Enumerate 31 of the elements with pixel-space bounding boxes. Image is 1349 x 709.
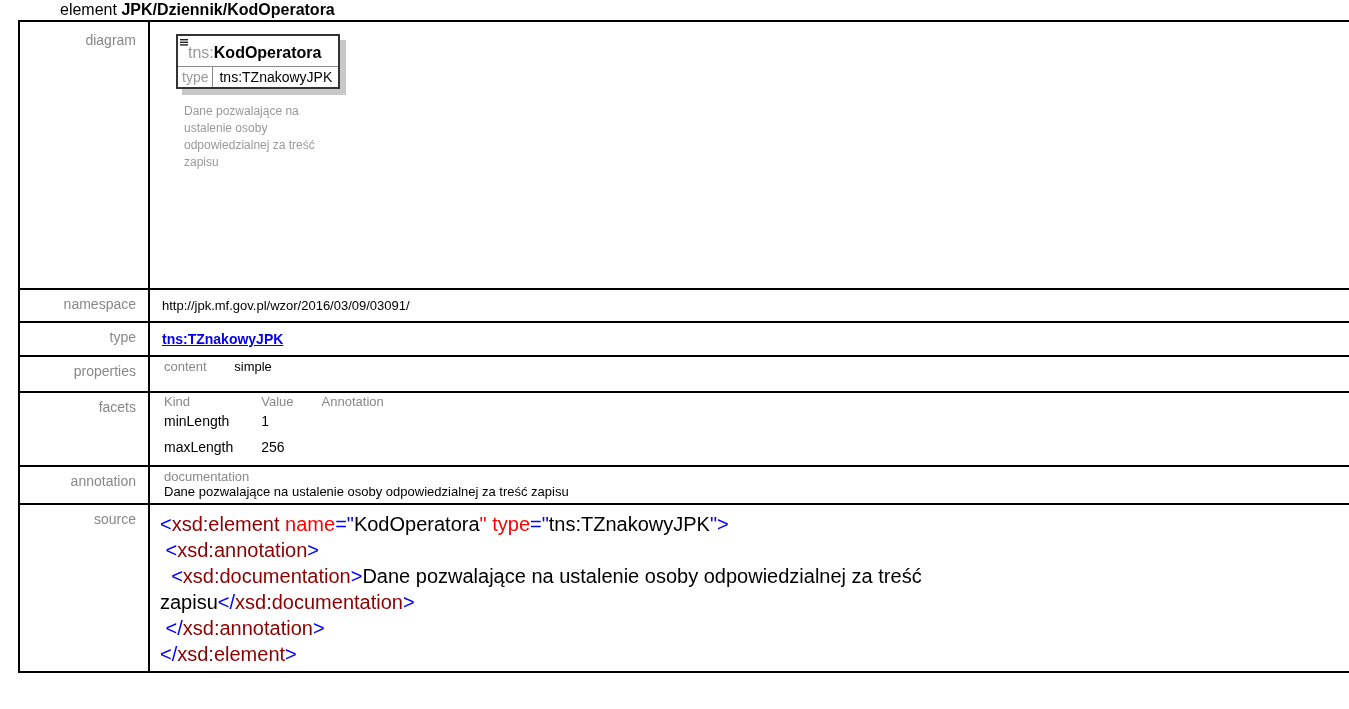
- annotation-text: Dane pozwalające na ustalenie osoby odpowiedzialnej za treść zapisu: [164, 484, 570, 499]
- row-label: facets: [98, 399, 136, 415]
- property-value: simple: [234, 359, 272, 374]
- code-line: <xsd:documentation>Dane pozwalające na ustalenie osoby odpowiedzialnej za treść zapisu</xsd:documentation>: [160, 564, 923, 615]
- table-cell-text: minLength: [164, 412, 231, 431]
- namespace-value: http://jpk.mf.gov.pl/wzor/2016/03/09/03091/: [162, 298, 410, 313]
- row-label: source: [93, 511, 136, 527]
- row-label: diagram: [85, 32, 136, 48]
- row-label: type: [109, 329, 136, 345]
- element-heading: element JPK/Dziennik/KodOperatora: [59, 0, 336, 20]
- type-link[interactable]: tns:TZnakowyJPK: [162, 331, 284, 347]
- code-line: <xsd:annotation>: [164, 538, 321, 563]
- table-cell: maxLength: [164, 435, 262, 461]
- annotation-kind: documentation: [164, 469, 251, 484]
- property-name: content: [164, 359, 207, 374]
- row-label: annotation: [70, 473, 136, 489]
- table-cell-text: 1: [261, 412, 271, 431]
- code-line: </xsd:element>: [160, 642, 298, 667]
- row-label: namespace: [63, 296, 136, 312]
- element-name: tns:KodOperatora: [188, 44, 322, 62]
- column-header: Annotation: [321, 395, 385, 409]
- type-value: tns:TZnakowyJPK: [218, 68, 334, 87]
- column-header: Kind: [164, 395, 262, 409]
- code-line: <xsd:element name="KodOperatora" type="tns:TZnakowyJPK">: [160, 512, 730, 537]
- row-label: properties: [73, 363, 136, 379]
- element-description: Dane pozwalające na ustalenie osoby odpowiedzialnej za treść zapisu: [184, 103, 316, 171]
- code-line: </xsd:annotation>: [164, 616, 326, 641]
- type-label: type: [178, 67, 214, 87]
- lines-icon: [180, 39, 188, 46]
- table-cell-text: 256: [261, 438, 286, 457]
- column-header: Value: [261, 395, 322, 409]
